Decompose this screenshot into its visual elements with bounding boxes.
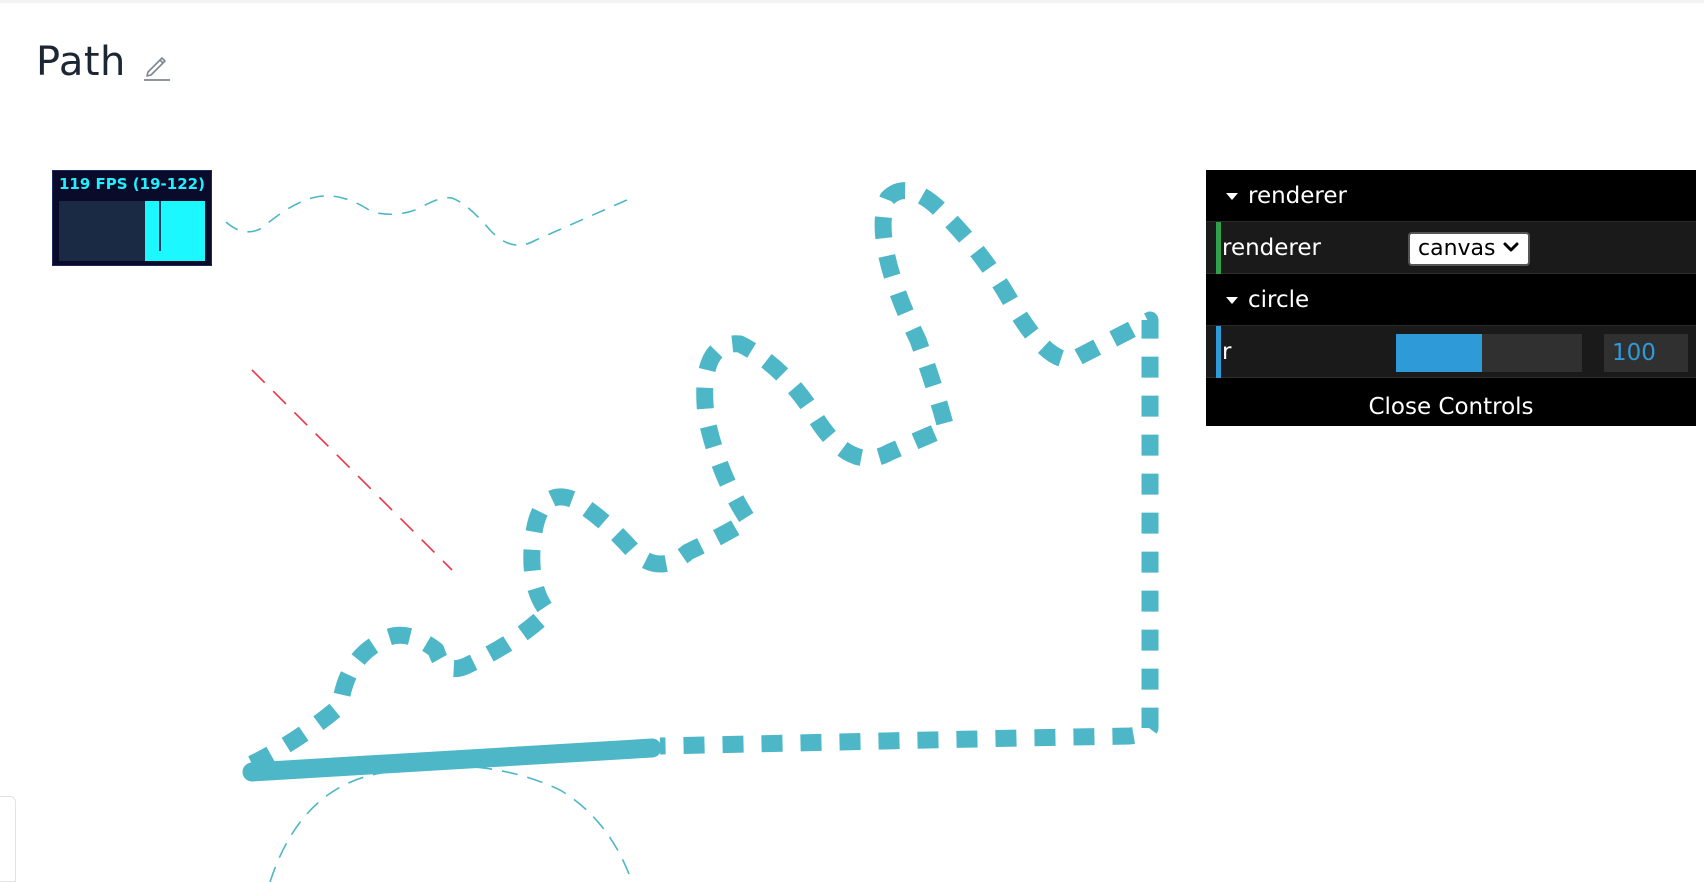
thin-wave-path xyxy=(225,195,637,246)
triangle-down-icon xyxy=(1226,193,1238,200)
radius-slider-fill xyxy=(1396,334,1482,372)
dashed-circle-arc xyxy=(269,765,633,882)
side-panel-edge xyxy=(0,796,16,882)
renderer-select[interactable]: canvas xyxy=(1408,232,1530,266)
renderer-label: renderer xyxy=(1222,235,1321,261)
red-dashed-line xyxy=(251,369,453,571)
radius-slider[interactable] xyxy=(1396,334,1582,372)
radius-value-input[interactable]: 100 xyxy=(1604,334,1688,372)
drawing-canvas[interactable] xyxy=(0,0,1704,882)
renderer-row: renderer canvas xyxy=(1206,222,1696,274)
fps-graph-bar xyxy=(145,201,205,261)
controls-panel: renderer renderer canvas circle r 100 Cl… xyxy=(1206,170,1696,426)
fps-graph-tick xyxy=(159,201,161,251)
close-controls-button[interactable]: Close Controls xyxy=(1206,388,1696,426)
thick-solid-line xyxy=(242,738,662,782)
folder-renderer[interactable]: renderer xyxy=(1206,170,1696,222)
thick-dotted-path xyxy=(248,182,1159,772)
renderer-select-value: canvas xyxy=(1418,236,1496,261)
folder-circle-title: circle xyxy=(1248,287,1310,313)
radius-row: r 100 xyxy=(1206,326,1696,378)
fps-label: 119 FPS (19-122) xyxy=(59,175,205,193)
chevron-down-icon xyxy=(1503,242,1519,252)
fps-graph xyxy=(59,201,205,261)
folder-renderer-title: renderer xyxy=(1248,183,1347,209)
radius-label: r xyxy=(1222,339,1232,365)
folder-circle[interactable]: circle xyxy=(1206,274,1696,326)
triangle-down-icon xyxy=(1226,297,1238,304)
fps-stats-panel[interactable]: 119 FPS (19-122) xyxy=(52,170,212,266)
radius-row-accent xyxy=(1216,326,1221,378)
renderer-row-accent xyxy=(1216,222,1221,274)
